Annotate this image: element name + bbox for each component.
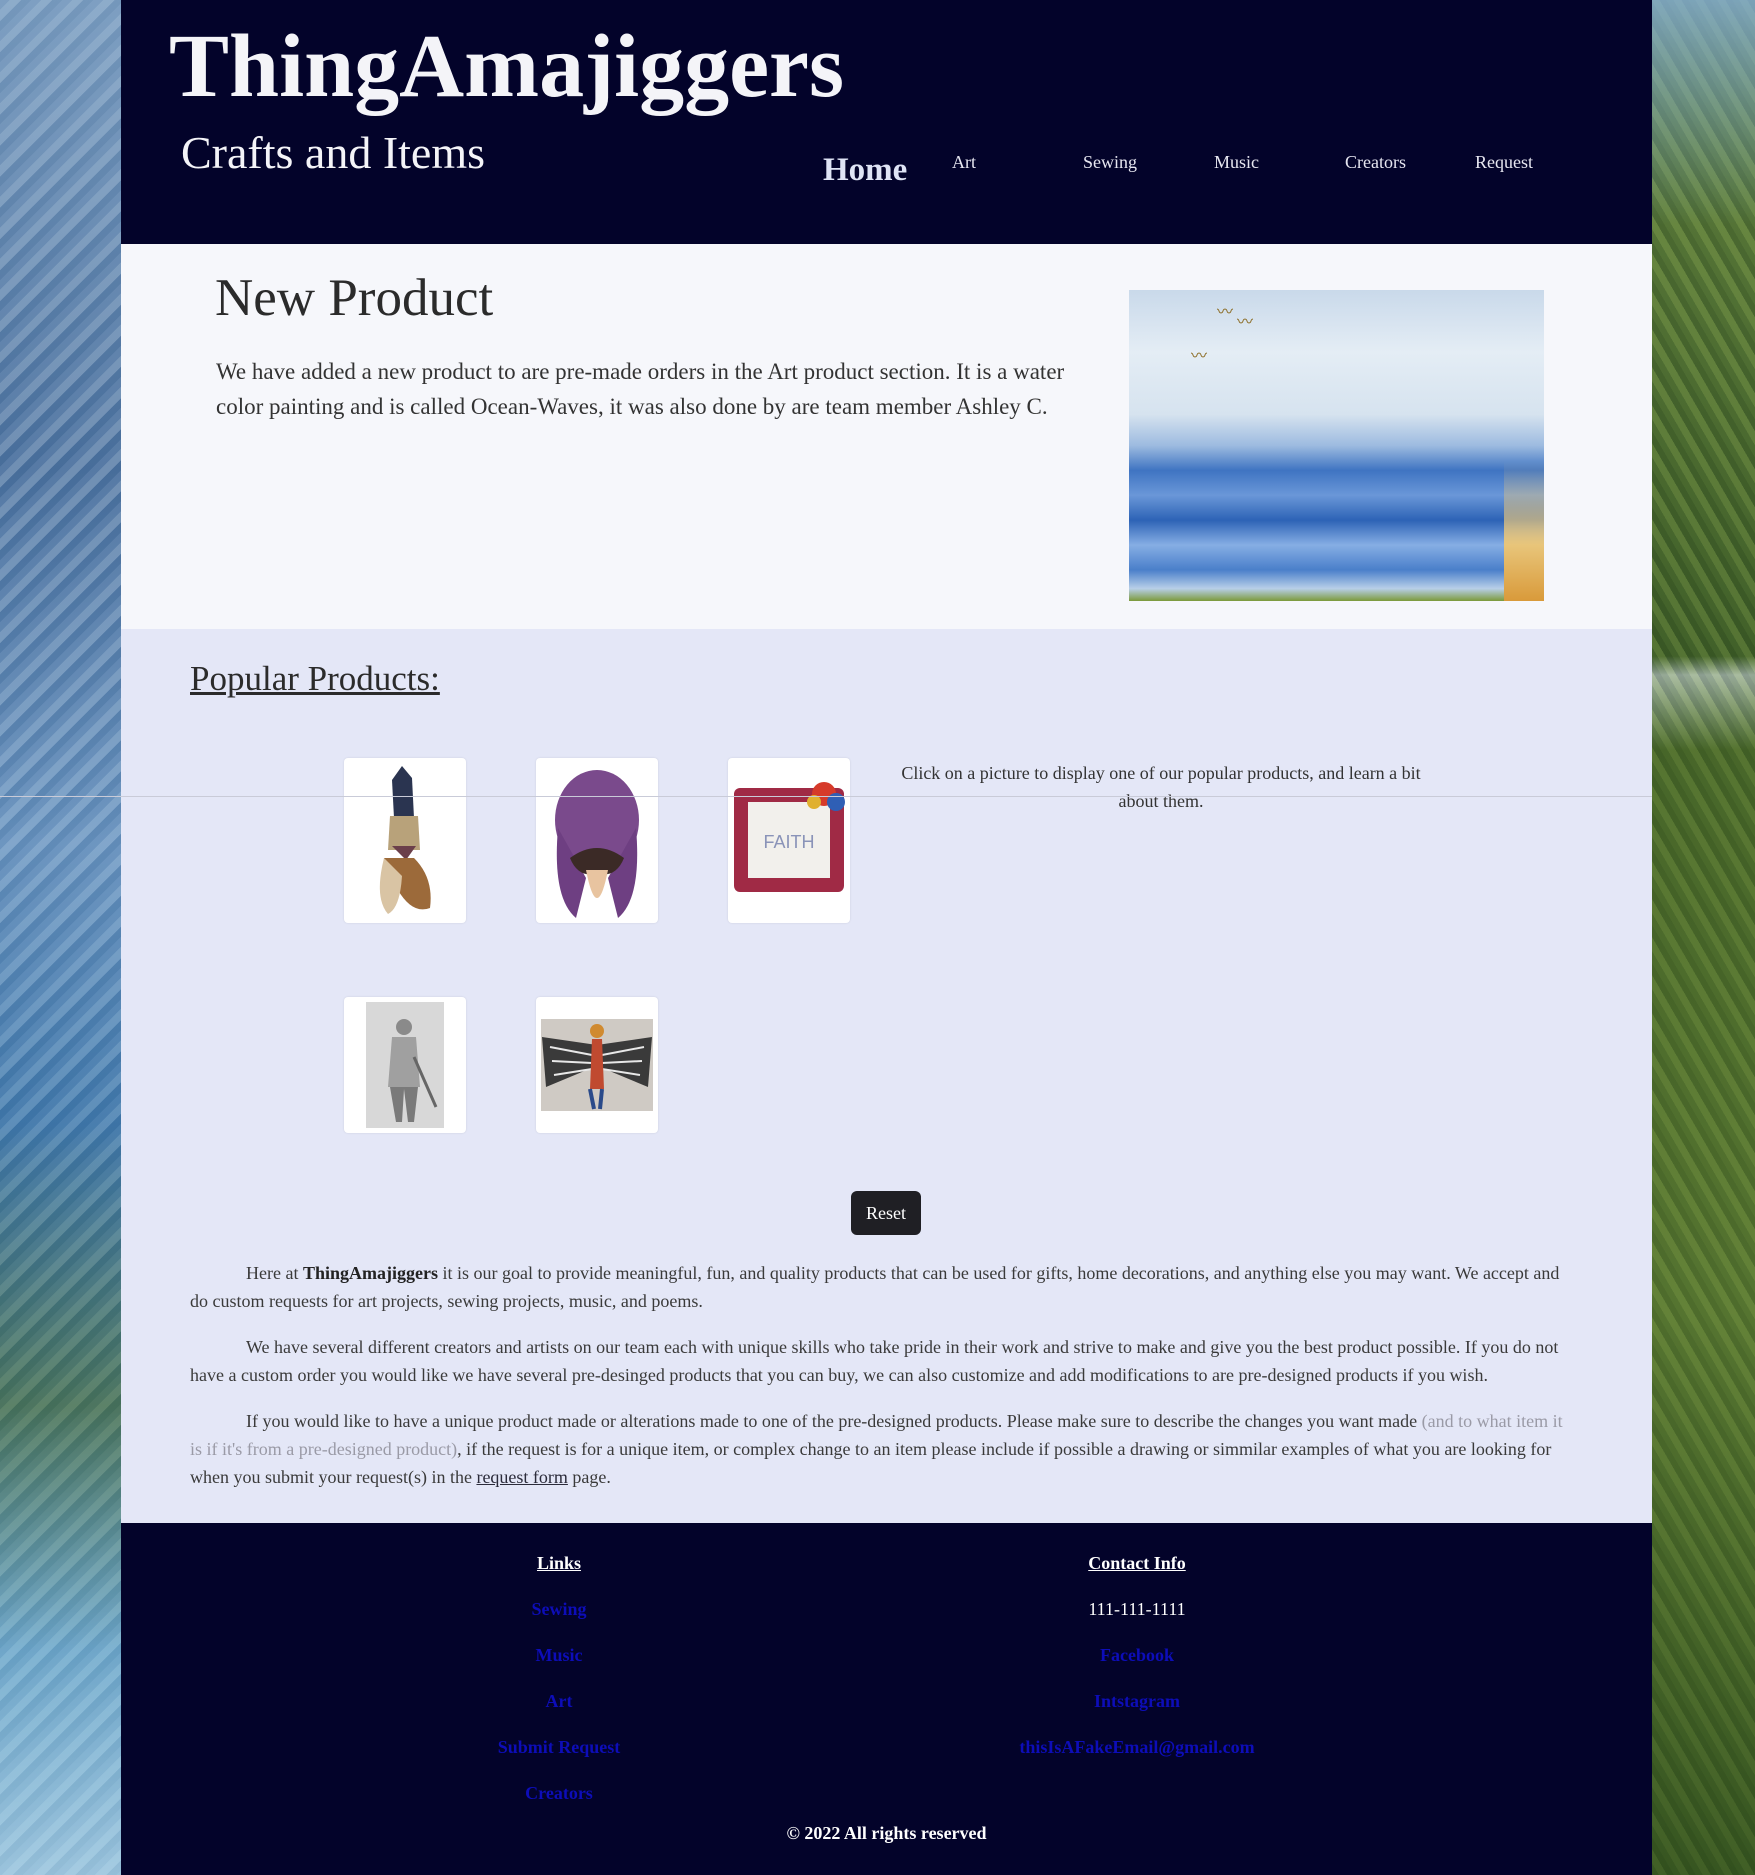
gnome-thumbnail [379, 766, 431, 914]
nav-music[interactable]: Music [1214, 152, 1259, 173]
nav-art[interactable]: Art [952, 152, 976, 173]
nav-creators[interactable]: Creators [1345, 152, 1406, 173]
product-thumb-gnome[interactable] [344, 758, 466, 923]
about-p3-text-end: page. [567, 1467, 611, 1487]
footer-contact-column: Contact Info 111-111-1111 Facebook Intst… [987, 1553, 1287, 1758]
site-brand: ThingAmajiggers [169, 17, 844, 116]
about-paragraph-2: We have several different creators and a… [190, 1333, 1572, 1389]
product-thumb-winged[interactable] [536, 997, 658, 1133]
background-painting-right [1652, 0, 1755, 1875]
product-thumb-drawing[interactable] [344, 997, 466, 1133]
about-p1-brand: ThingAmajiggers [302, 1263, 438, 1283]
footer-link-sewing[interactable]: Sewing [409, 1599, 709, 1620]
about-p2-text: We have several different creators and a… [190, 1337, 1559, 1385]
product-thumb-pillow[interactable]: FAITH [728, 758, 850, 923]
popular-heading: Popular Products: [190, 659, 440, 698]
bird-icon: 〰 [1237, 312, 1254, 331]
page: ThingAmajiggers Crafts and Items Home Ar… [0, 0, 1652, 1875]
winged-figure-thumbnail [541, 1019, 653, 1111]
new-product-text: We have added a new product to are pre-m… [216, 359, 1065, 419]
about-paragraph-3: If you would like to have a unique produ… [190, 1407, 1572, 1491]
footer-link-music[interactable]: Music [409, 1645, 709, 1666]
popular-hint: Click on a picture to display one of our… [901, 763, 1421, 811]
about-p3-text: If you would like to have a unique produ… [246, 1411, 1422, 1431]
painting-shore [1504, 461, 1544, 601]
footer-links-heading: Links [536, 1553, 582, 1573]
nav-request[interactable]: Request [1475, 152, 1533, 173]
footer-link-creators[interactable]: Creators [409, 1783, 709, 1804]
footer-link-instagram[interactable]: Intstagram [987, 1691, 1287, 1712]
site-header: ThingAmajiggers Crafts and Items Home Ar… [121, 0, 1652, 244]
footer-link-art[interactable]: Art [409, 1691, 709, 1712]
footer-link-email[interactable]: thisIsAFakeEmail@gmail.com [987, 1737, 1287, 1758]
product-thumb-plush[interactable] [536, 758, 658, 923]
nav-home[interactable]: Home [823, 152, 907, 189]
site-tagline: Crafts and Items [181, 127, 486, 178]
reset-button[interactable]: Reset [851, 1191, 921, 1235]
site-footer: Links Sewing Music Art Submit Request Cr… [121, 1523, 1652, 1875]
bird-icon: 〰 [1217, 302, 1234, 321]
pillow-faith-text: FAITH [763, 832, 814, 852]
faith-pillow-thumbnail: FAITH [734, 782, 845, 892]
request-form-link[interactable]: request form [476, 1467, 567, 1487]
nav-sewing[interactable]: Sewing [1083, 152, 1137, 173]
pencil-drawing-thumbnail [366, 1002, 444, 1128]
popular-products-section: Popular Products: FAITH Click on a pictu… [0, 629, 1652, 1523]
purple-plush-thumbnail [555, 770, 639, 918]
ocean-waves-painting: 〰 〰 〰 [1129, 290, 1544, 601]
about-p1-text: Here at [246, 1263, 303, 1283]
bird-icon: 〰 [1191, 346, 1208, 365]
footer-copyright: © 2022 All rights reserved [786, 1823, 987, 1843]
background-painting-left [0, 0, 121, 1875]
new-product-title: New Product [215, 269, 494, 327]
footer-link-facebook[interactable]: Facebook [987, 1645, 1287, 1666]
footer-links-column: Links Sewing Music Art Submit Request Cr… [409, 1553, 709, 1804]
about-paragraph-1: Here at ThingAmajiggers it is our goal t… [190, 1259, 1572, 1315]
divider-line [0, 796, 1652, 797]
footer-contact-heading: Contact Info [1088, 1553, 1186, 1573]
footer-link-submit-request[interactable]: Submit Request [409, 1737, 709, 1758]
footer-phone: 111-111-1111 [1088, 1599, 1186, 1619]
